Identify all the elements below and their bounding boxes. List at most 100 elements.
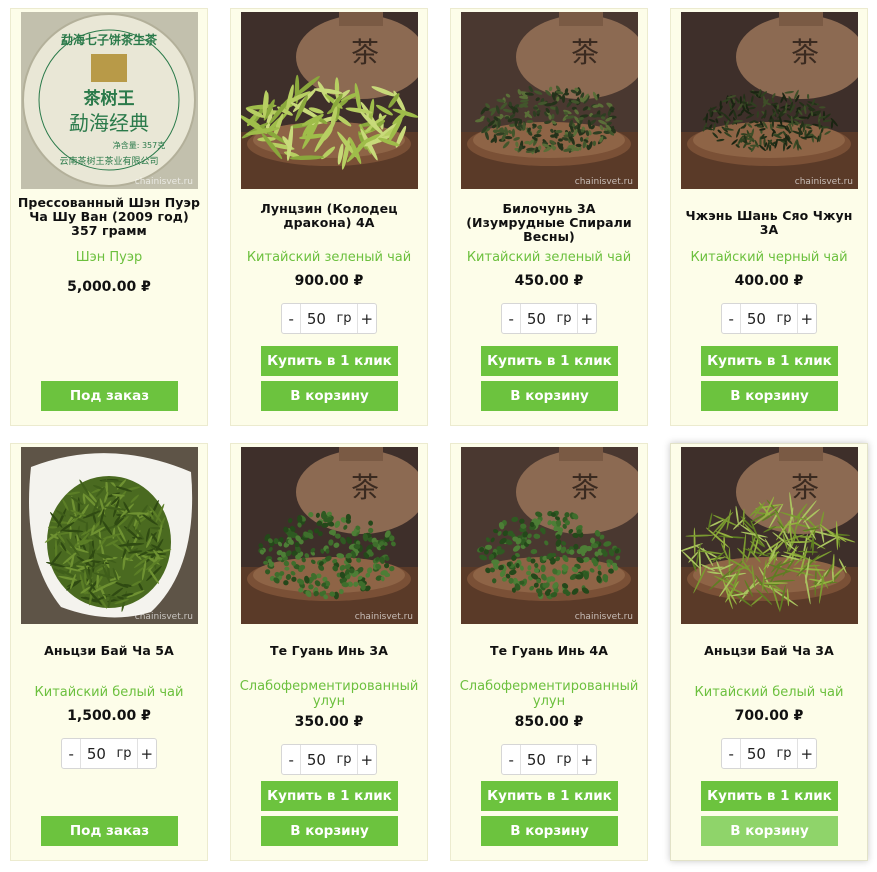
product-name[interactable]: Те Гуань Инь 4А: [455, 644, 643, 658]
quantity-stepper[interactable]: - гр +: [61, 738, 157, 769]
product-card[interactable]: 茶 chainisvet.ru Билочунь 3A (Изумрудные …: [450, 8, 648, 426]
qty-increase-button[interactable]: +: [576, 304, 596, 333]
svg-text:chainisvet.ru: chainisvet.ru: [135, 612, 193, 622]
svg-text:茶: 茶: [791, 471, 819, 504]
product-card[interactable]: 茶 chainisvet.ru Чжэнь Шань Сяо Чжун 3A К…: [670, 8, 868, 426]
add-to-cart-button[interactable]: Под заказ: [41, 381, 178, 411]
add-to-cart-button[interactable]: Под заказ: [41, 816, 178, 846]
product-image[interactable]: 茶 chainisvet.ru: [241, 447, 418, 624]
qty-decrease-button[interactable]: -: [282, 745, 302, 774]
qty-input[interactable]: [301, 750, 332, 769]
svg-text:chainisvet.ru: chainisvet.ru: [575, 177, 633, 187]
qty-increase-button[interactable]: +: [796, 739, 816, 768]
product-card[interactable]: 茶 chainisvet.ru Те Гуань Инь 4А Слабофер…: [450, 443, 648, 861]
buy-one-click-button[interactable]: Купить в 1 клик: [261, 781, 398, 811]
qty-input[interactable]: [521, 750, 552, 769]
product-image[interactable]: 茶 chainisvet.ru: [461, 12, 638, 189]
product-category: Слабоферментированный улун: [239, 679, 419, 709]
qty-increase-button[interactable]: +: [576, 745, 596, 774]
product-category: Китайский белый чай: [694, 685, 844, 700]
add-to-cart-button[interactable]: В корзину: [481, 816, 618, 846]
qty-unit: гр: [776, 311, 792, 326]
svg-text:净含量: 357克: 净含量: 357克: [113, 140, 166, 150]
product-card[interactable]: 茶 Лунцзин (Колодец дракона) 4A Китайский…: [230, 8, 428, 426]
product-card[interactable]: 茶 Аньцзи Бай Ча 3А Китайский белый чай 7…: [670, 443, 868, 861]
product-image[interactable]: 茶 chainisvet.ru: [681, 12, 858, 189]
product-photo-graphic: 茶 chainisvet.ru: [461, 12, 638, 189]
add-to-cart-button[interactable]: В корзину: [481, 381, 618, 411]
add-to-cart-button[interactable]: В корзину: [261, 381, 398, 411]
qty-increase-button[interactable]: +: [796, 304, 816, 333]
product-name[interactable]: Билочунь 3A (Изумрудные Спирали Весны): [455, 202, 643, 244]
qty-unit: гр: [116, 746, 132, 761]
quantity-stepper[interactable]: - гр +: [721, 303, 817, 334]
product-card[interactable]: chainisvet.ru Аньцзи Бай Ча 5А Китайский…: [10, 443, 208, 861]
qty-increase-button[interactable]: +: [136, 739, 156, 768]
product-photo-graphic: 茶 chainisvet.ru: [681, 12, 858, 189]
svg-text:chainisvet.ru: chainisvet.ru: [135, 177, 193, 187]
product-name[interactable]: Аньцзи Бай Ча 3А: [675, 644, 863, 658]
qty-input[interactable]: [81, 744, 112, 763]
quantity-stepper[interactable]: - гр +: [501, 744, 597, 775]
qty-input[interactable]: [741, 744, 772, 763]
qty-decrease-button[interactable]: -: [502, 304, 522, 333]
qty-input[interactable]: [741, 309, 772, 328]
product-image[interactable]: chainisvet.ru: [21, 447, 198, 624]
product-image[interactable]: 茶: [681, 447, 858, 624]
product-price: 1,500.00 ₽: [67, 708, 151, 724]
product-category: Китайский зеленый чай: [246, 250, 412, 265]
qty-decrease-button[interactable]: -: [722, 304, 742, 333]
svg-text:茶: 茶: [571, 36, 599, 69]
svg-text:勐海经典: 勐海经典: [69, 111, 149, 135]
product-card[interactable]: 勐海七子饼茶生茶 茶树王 勐海经典 净含量: 357克 云南茶树王茶业有限公司 c…: [10, 8, 208, 426]
product-name[interactable]: Аньцзи Бай Ча 5А: [15, 644, 203, 658]
buy-one-click-button[interactable]: Купить в 1 клик: [701, 346, 838, 376]
qty-decrease-button[interactable]: -: [722, 739, 742, 768]
svg-text:云南茶树王茶业有限公司: 云南茶树王茶业有限公司: [59, 155, 158, 167]
qty-unit: гр: [556, 311, 572, 326]
product-photo-graphic: 茶 chainisvet.ru: [241, 447, 418, 624]
product-name[interactable]: Те Гуань Инь 3А: [235, 644, 423, 658]
qty-input[interactable]: [521, 309, 552, 328]
svg-text:茶: 茶: [571, 471, 599, 504]
add-to-cart-button[interactable]: В корзину: [261, 816, 398, 846]
product-category: Китайский зеленый чай: [466, 250, 632, 265]
product-image[interactable]: 茶: [241, 12, 418, 189]
svg-text:chainisvet.ru: chainisvet.ru: [795, 177, 853, 187]
product-name[interactable]: Чжэнь Шань Сяо Чжун 3A: [675, 209, 863, 237]
quantity-stepper[interactable]: - гр +: [281, 744, 377, 775]
product-card[interactable]: 茶 chainisvet.ru Те Гуань Инь 3А Слабофер…: [230, 443, 428, 861]
svg-text:chainisvet.ru: chainisvet.ru: [355, 612, 413, 622]
qty-unit: гр: [336, 752, 352, 767]
buy-one-click-button[interactable]: Купить в 1 клик: [261, 346, 398, 376]
qty-decrease-button[interactable]: -: [502, 745, 522, 774]
qty-decrease-button[interactable]: -: [62, 739, 82, 768]
buy-one-click-button[interactable]: Купить в 1 клик: [481, 346, 618, 376]
product-name[interactable]: Прессованный Шэн Пуэр Ча Шу Ван (2009 го…: [15, 196, 203, 238]
quantity-stepper[interactable]: - гр +: [721, 738, 817, 769]
product-photo-graphic: chainisvet.ru: [21, 447, 198, 624]
quantity-stepper[interactable]: - гр +: [281, 303, 377, 334]
product-category: Шэн Пуэр: [75, 250, 143, 265]
product-category: Китайский черный чай: [690, 250, 848, 265]
product-photo-graphic: 茶: [241, 12, 418, 189]
quantity-stepper[interactable]: - гр +: [501, 303, 597, 334]
svg-text:茶树王: 茶树王: [84, 88, 135, 109]
product-name[interactable]: Лунцзин (Колодец дракона) 4A: [235, 202, 423, 230]
add-to-cart-button[interactable]: В корзину: [701, 816, 838, 846]
product-image[interactable]: 茶 chainisvet.ru: [461, 447, 638, 624]
buy-one-click-button[interactable]: Купить в 1 клик: [481, 781, 618, 811]
product-price: 350.00 ₽: [294, 714, 364, 730]
svg-text:chainisvet.ru: chainisvet.ru: [575, 612, 633, 622]
qty-increase-button[interactable]: +: [356, 745, 376, 774]
add-to-cart-button[interactable]: В корзину: [701, 381, 838, 411]
qty-increase-button[interactable]: +: [356, 304, 376, 333]
buy-one-click-button[interactable]: Купить в 1 клик: [701, 781, 838, 811]
qty-decrease-button[interactable]: -: [282, 304, 302, 333]
product-image[interactable]: 勐海七子饼茶生茶 茶树王 勐海经典 净含量: 357克 云南茶树王茶业有限公司 c…: [21, 12, 198, 189]
product-price: 700.00 ₽: [734, 708, 804, 724]
svg-text:茶: 茶: [351, 471, 379, 504]
qty-input[interactable]: [301, 309, 332, 328]
qty-unit: гр: [776, 746, 792, 761]
qty-unit: гр: [336, 311, 352, 326]
